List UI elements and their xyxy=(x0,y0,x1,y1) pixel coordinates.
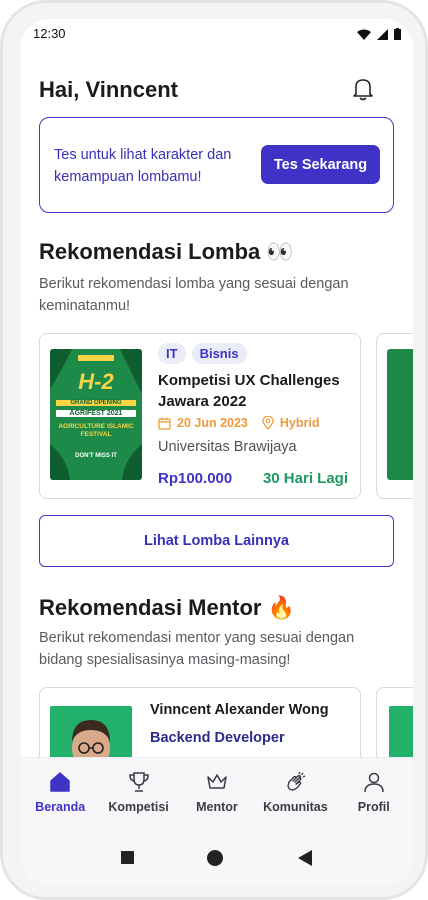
device-frame: 12:30 Hai, Vinncent Tes untuk lihat kara… xyxy=(0,0,428,900)
tag-it[interactable]: IT xyxy=(158,343,186,364)
bottom-navigation: Beranda Kompetisi Mentor Komunitas Profi… xyxy=(21,757,413,827)
user-icon xyxy=(364,772,384,793)
calendar-icon xyxy=(158,417,171,430)
wifi-icon xyxy=(357,29,371,40)
back-icon[interactable] xyxy=(298,850,312,866)
poster-line-1: GRAND OPENING xyxy=(56,400,136,406)
home-icon xyxy=(50,772,70,792)
lomba-section-title: Rekomendasi Lomba 👀 xyxy=(39,239,294,264)
competition-organizer: Universitas Brawijaya xyxy=(158,439,297,455)
nav-kompetisi[interactable]: Kompetisi xyxy=(107,770,171,814)
poster-headline: H-2 xyxy=(78,369,114,394)
nav-label-beranda: Beranda xyxy=(35,800,86,814)
competition-remaining: 30 Hari Lagi xyxy=(262,470,348,487)
competition-meta: 20 Jun 2023 Hybrid xyxy=(158,416,319,430)
status-icons xyxy=(357,28,401,40)
competition-date: 20 Jun 2023 xyxy=(177,416,248,430)
app-screen: 12:30 Hai, Vinncent Tes untuk lihat kara… xyxy=(21,19,413,885)
mentor-section-description: Berikut rekomendasi mentor yang sesuai d… xyxy=(39,630,355,668)
status-bar: 12:30 xyxy=(21,19,413,49)
clap-icon xyxy=(287,771,306,791)
tag-list: IT Bisnis xyxy=(158,343,247,364)
competition-mode: Hybrid xyxy=(279,416,320,430)
nav-label-profil: Profil xyxy=(357,800,390,814)
test-banner: Tes untuk lihat karakter dan kemampuan l… xyxy=(39,117,394,213)
start-test-button[interactable]: Tes Sekarang xyxy=(261,145,380,184)
greeting-title: Hai, Vinncent xyxy=(39,77,178,102)
poster-line-4: DON'T MISS IT xyxy=(75,453,117,459)
home-circle-icon[interactable] xyxy=(206,849,224,867)
poster-line-2: AGRIFEST 2021 xyxy=(56,410,136,417)
nav-mentor[interactable]: Mentor xyxy=(185,770,249,814)
location-pin-icon xyxy=(262,416,274,430)
nav-profil[interactable]: Profil xyxy=(342,770,406,814)
competition-card[interactable]: H-2 GRAND OPENING AGRIFEST 2021 AGRICULT… xyxy=(39,333,361,499)
mentor-section-title: Rekomendasi Mentor 🔥 xyxy=(39,595,295,620)
mentor-name: Vinncent Alexander Wong xyxy=(150,702,329,718)
competition-title: Kompetisi UX Challenges Jawara 2022 xyxy=(158,372,340,410)
mentor-role: Backend Developer xyxy=(150,730,285,746)
nav-komunitas[interactable]: Komunitas xyxy=(263,770,328,814)
status-time: 12:30 xyxy=(33,26,66,41)
competition-card-next[interactable] xyxy=(376,333,413,499)
tag-bisnis[interactable]: Bisnis xyxy=(191,343,247,364)
nav-beranda[interactable]: Beranda xyxy=(28,770,92,814)
bell-icon[interactable] xyxy=(349,75,377,103)
nav-label-mentor: Mentor xyxy=(196,800,238,814)
banner-text: Tes untuk lihat karakter dan kemampuan l… xyxy=(54,147,232,185)
system-navigation-bar xyxy=(21,827,413,885)
competition-price: Rp100.000 xyxy=(158,470,233,487)
competition-poster: H-2 GRAND OPENING AGRIFEST 2021 AGRICULT… xyxy=(50,349,142,480)
signal-icon xyxy=(377,28,388,40)
nav-label-komunitas: Komunitas xyxy=(263,800,328,814)
trophy-icon xyxy=(128,772,149,792)
poster-line-3: AGRICULTURE ISLAMIC FESTIVAL xyxy=(58,423,134,438)
competition-poster-next xyxy=(387,349,413,480)
recents-icon[interactable] xyxy=(121,851,134,864)
lomba-section-description: Berikut rekomendasi lomba yang sesuai de… xyxy=(39,276,349,314)
crown-icon xyxy=(207,774,227,789)
more-competitions-button[interactable]: Lihat Lomba Lainnya xyxy=(39,515,394,567)
nav-label-kompetisi: Kompetisi xyxy=(108,800,169,814)
battery-icon xyxy=(394,28,401,40)
